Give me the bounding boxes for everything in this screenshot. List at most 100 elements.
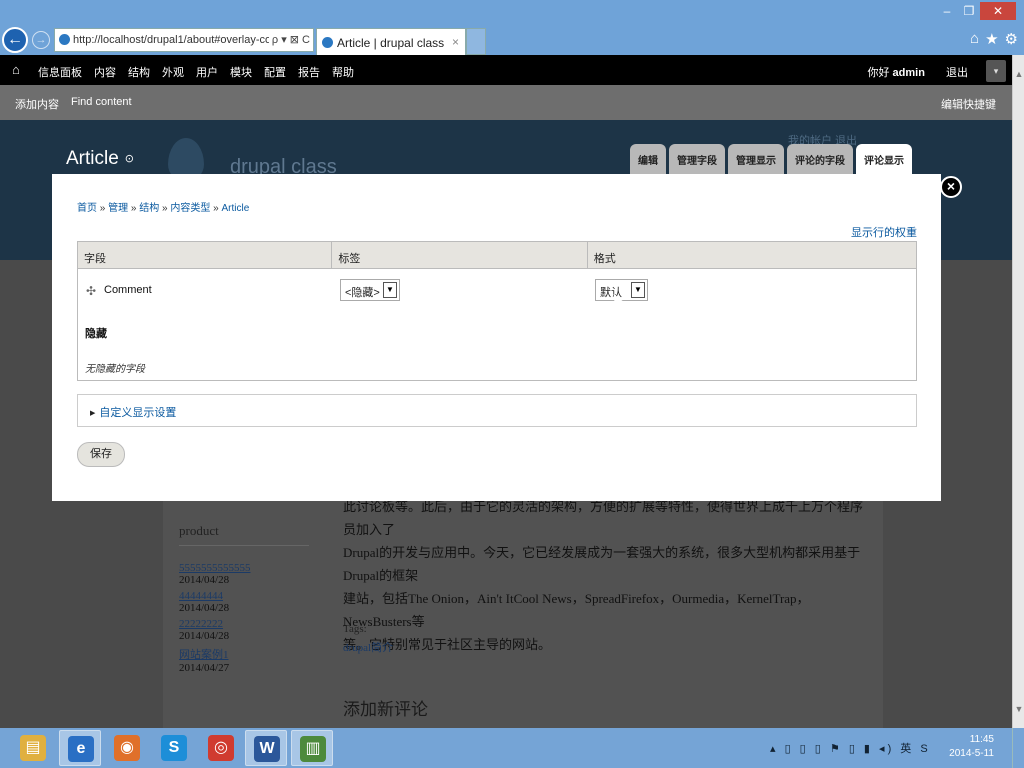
taskbar-app-skype[interactable]: S [153, 730, 195, 766]
home-icon[interactable]: ⌂ [970, 30, 979, 48]
settings-gear-icon[interactable]: ⚙ [1005, 30, 1018, 48]
menu-item-help[interactable]: 帮助 [332, 64, 354, 80]
restore-button[interactable]: ❐ [958, 2, 980, 20]
file-explorer-icon: ▤ [20, 735, 46, 761]
sidebar-date: 2014/04/27 [179, 662, 230, 674]
logout-link[interactable]: 退出 [946, 67, 968, 79]
sidebar-link[interactable]: 网站案例1 [179, 649, 229, 661]
admin-toolbar: ⌂ 信息面板 内容 结构 外观 用户 模块 配置 报告 帮助 你好 admin … [0, 55, 1012, 85]
tab-manage-display[interactable]: 管理显示 [728, 144, 784, 174]
system-tray[interactable]: ▴ ▯ ▯ ▯ ⚑ ▯ ▮ ◂) 英 S [770, 740, 931, 756]
body-line: 等。它特别常见于社区主导的网站。 [343, 637, 552, 652]
breadcrumb: 首页 » 管理 » 结构 » 内容类型 » Article [77, 199, 249, 214]
greeting: 你好 [867, 67, 890, 79]
skype-icon: S [161, 735, 187, 761]
sidebar-date: 2014/04/28 [179, 630, 230, 642]
show-desktop-button[interactable] [1012, 728, 1024, 768]
tag-link[interactable]: drupal简介 [343, 639, 393, 655]
sidebar-date: 2014/04/28 [179, 574, 230, 586]
minimize-button[interactable]: – [936, 2, 958, 20]
label-select-value: <隐藏> [345, 287, 380, 299]
overlay-close-button[interactable]: × [940, 176, 962, 198]
breadcrumb-content-types[interactable]: 内容类型 [170, 203, 210, 214]
sidebar-link[interactable]: 44444444 [179, 590, 223, 602]
table-header: 字段 标签 格式 [78, 242, 916, 269]
windows-taskbar: ▤ e ◉ S ◎ W ▥ ▴ ▯ ▯ ▯ ⚑ ▯ ▮ ◂) 英 S 11:45… [0, 728, 1024, 768]
shortcuts-bar: 添加内容 Find content 编辑快捷键 [0, 85, 1012, 120]
breadcrumb-structure[interactable]: 结构 [139, 203, 159, 214]
browser-right-icons: ⌂ ★ ⚙ [970, 30, 1018, 48]
tab-title: Article | drupal class [337, 36, 445, 50]
sidebar-title: product [179, 523, 309, 546]
tags-label: Tags: [343, 623, 367, 635]
menu-item-appearance[interactable]: 外观 [162, 64, 184, 80]
tab-close-icon[interactable]: × [452, 35, 459, 49]
custom-display-label: 自定义显示设置 [99, 407, 177, 419]
column-header-field: 字段 [78, 242, 333, 268]
breadcrumb-home[interactable]: 首页 [77, 203, 97, 214]
taskbar-app-file-explorer[interactable]: ▤ [12, 730, 54, 766]
browser-tab[interactable]: Article | drupal class × [316, 28, 466, 55]
show-row-weights-link[interactable]: 显示行的权重 [851, 224, 917, 240]
menu-item-reports[interactable]: 报告 [298, 64, 320, 80]
taskbar-app-firefox[interactable]: ◉ [106, 730, 148, 766]
new-tab-button[interactable] [466, 28, 486, 55]
body-line: 此讨论板等。此后，由于它的灵活的架构，方便的扩展等特性，使得世界上成千上万个程序… [343, 499, 864, 537]
sidebar-date: 2014/04/28 [179, 602, 230, 614]
custom-display-settings[interactable]: ▶ 自定义显示设置 [77, 394, 917, 427]
taskbar-clock[interactable]: 11:45 2014-5-11 [949, 733, 994, 761]
display-fields-table: 字段 标签 格式 ✣ Comment <隐藏> ▼ 默认 ▼ 隐藏 无隐藏的字段 [77, 241, 917, 381]
breadcrumb-article[interactable]: Article [222, 203, 250, 214]
menu-item-structure[interactable]: 结构 [128, 64, 150, 80]
tab-edit[interactable]: 编辑 [630, 144, 666, 174]
toolbar-home-icon[interactable]: ⌂ [12, 62, 20, 77]
back-button[interactable]: ← [2, 27, 28, 53]
column-header-format: 格式 [593, 253, 616, 265]
chrome-icon: ◎ [208, 735, 234, 761]
hidden-region-heading: 隐藏 [85, 328, 107, 340]
menu-item-config[interactable]: 配置 [264, 64, 286, 80]
edit-shortcuts-link[interactable]: 编辑快捷键 [941, 96, 996, 112]
address-bar[interactable]: http://localhost/drupal1/about#overlay-c… [54, 28, 314, 52]
favorites-icon[interactable]: ★ [985, 30, 998, 48]
label-select[interactable]: <隐藏> ▼ [340, 279, 400, 301]
site-favicon-icon [59, 34, 70, 45]
sidebar-link[interactable]: 22222222 [179, 618, 223, 630]
menu-item-content[interactable]: 内容 [94, 64, 116, 80]
chevron-down-icon[interactable]: ▼ [631, 282, 645, 298]
close-window-button[interactable]: ✕ [980, 2, 1016, 20]
scroll-down-icon[interactable]: ▼ [1013, 704, 1024, 714]
sidebar-link[interactable]: 5555555555555 [179, 562, 251, 574]
shortcut-star-icon[interactable]: ⊙ [125, 153, 134, 165]
shortcut-find-content[interactable]: Find content [71, 96, 132, 112]
shortcut-add-content[interactable]: 添加内容 [15, 96, 59, 112]
word-icon: W [254, 736, 280, 762]
scroll-up-icon[interactable]: ▲ [1013, 69, 1024, 79]
tab-manage-fields[interactable]: 管理字段 [669, 144, 725, 174]
username-link[interactable]: admin [893, 67, 925, 79]
page-scrollbar[interactable]: ▲ ▼ [1012, 55, 1024, 728]
table-row: ✣ Comment <隐藏> ▼ 默认 ▼ [78, 270, 916, 310]
forward-button[interactable]: → [32, 31, 50, 49]
menu-item-people[interactable]: 用户 [196, 64, 218, 80]
tab-comment-display[interactable]: 评论显示 [856, 144, 912, 174]
address-url: http://localhost/drupal1/about#overlay-c… [73, 34, 275, 46]
taskbar-app-internet-explorer[interactable]: e [59, 730, 101, 766]
taskbar-app-word[interactable]: W [245, 730, 287, 766]
save-button[interactable]: 保存 [77, 442, 125, 467]
menu-item-modules[interactable]: 模块 [230, 64, 252, 80]
overlay-dialog: 首页 » 管理 » 结构 » 内容类型 » Article 显示行的权重 字段 … [52, 174, 941, 501]
hidden-region-empty: 无隐藏的字段 [85, 364, 145, 375]
taskbar-app-project[interactable]: ▥ [291, 730, 333, 766]
tab-favicon-icon [322, 37, 333, 48]
breadcrumb-admin[interactable]: 管理 [108, 203, 128, 214]
tab-comment-fields[interactable]: 评论的字段 [787, 144, 853, 174]
menu-item-dashboard[interactable]: 信息面板 [38, 64, 82, 80]
sidebar-block: product 5555555555555 2014/04/28 44444444… [179, 523, 309, 678]
taskbar-app-chrome[interactable]: ◎ [200, 730, 242, 766]
breadcrumb-separator: » [128, 203, 140, 214]
address-tools[interactable]: ρ ▾ ⊠ C [268, 33, 310, 46]
drag-handle-icon[interactable]: ✣ [86, 284, 96, 298]
shortcuts-toggle-button[interactable]: ▾ [986, 60, 1006, 82]
chevron-down-icon[interactable]: ▼ [383, 282, 397, 298]
